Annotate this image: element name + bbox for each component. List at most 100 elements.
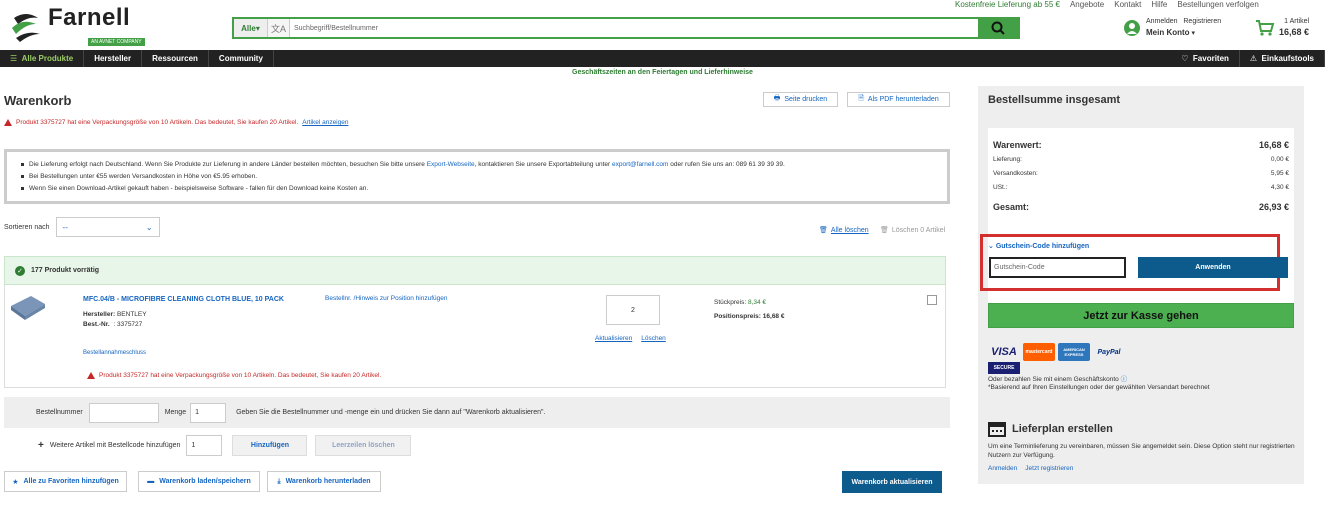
register-link[interactable]: Registrieren bbox=[1183, 18, 1221, 25]
paypal-logo: PayPal bbox=[1097, 348, 1121, 356]
nav-all-products-label: Alle Produkte bbox=[21, 54, 74, 63]
quick-add-quantity-field[interactable]: 1 bbox=[190, 402, 227, 423]
pdf-download-label: Als PDF herunterladen bbox=[867, 96, 939, 103]
mini-cart[interactable]: 1 Artikel 16,68 € bbox=[1255, 17, 1309, 39]
load-save-cart-label: Warenkorb laden/speichern bbox=[159, 478, 251, 485]
summary-title: Bestellsumme insgesamt bbox=[988, 94, 1121, 106]
sort-select[interactable]: -- ⌄ bbox=[55, 217, 160, 237]
info-line1-text-b: , kontaktieren Sie unsere Exportabteilun… bbox=[474, 161, 612, 168]
item-pack-size-warning: Produkt 3375727 hat eine Verpackungsgröß… bbox=[87, 372, 381, 379]
brand-name: Farnell bbox=[48, 4, 131, 31]
add-note-link[interactable]: Bestellnr. /Hinweis zur Position hinzufü… bbox=[325, 295, 447, 302]
nav-purchasing-tools[interactable]: ⚠ Einkaufstools bbox=[1240, 50, 1325, 67]
coupon-toggle-label: Gutschein-Code hinzufügen bbox=[995, 243, 1090, 250]
main-nav: ☰ Alle Produkte Hersteller Ressourcen Co… bbox=[0, 50, 1325, 67]
cart-item-count: 1 Artikel bbox=[1284, 18, 1310, 25]
mastercard-logo: mastercard bbox=[1023, 343, 1055, 361]
search-category-label: Alle bbox=[241, 23, 256, 33]
goods-value: 16,68 € bbox=[1258, 140, 1289, 150]
business-account-text: Oder bezahlen Sie mit einem Geschäftskon… bbox=[988, 376, 1119, 383]
nav-favorites-label: Favoriten bbox=[1192, 54, 1229, 63]
goods-value-label: Warenwert: bbox=[993, 140, 1042, 150]
order-number-field[interactable] bbox=[88, 402, 159, 423]
check-icon: ✓ bbox=[15, 265, 25, 276]
header: Farnell AN AVNET COMPANY Alle ▾ 文A Suchbe… bbox=[0, 0, 1325, 50]
apply-coupon-button[interactable]: Anwenden bbox=[1138, 257, 1288, 278]
add-more-row: + Weitere Artikel mit Bestellcode hinzuf… bbox=[38, 435, 412, 456]
vat-label: USt.: bbox=[993, 184, 1008, 191]
vat-value: 4,30 € bbox=[1270, 184, 1289, 191]
info-line1-text-a: Die Lieferung erfolgt nach Deutschland. … bbox=[29, 161, 427, 168]
product-image[interactable] bbox=[9, 294, 47, 320]
shipping-value: 5,95 € bbox=[1270, 170, 1289, 177]
translate-icon[interactable]: 文A bbox=[268, 19, 290, 37]
coupon-toggle[interactable]: ⌄ Gutschein-Code hinzufügen bbox=[988, 242, 1089, 250]
pack-size-warning-text: Produkt 3375727 hat eine Verpackungsgröß… bbox=[16, 119, 299, 126]
order-cutoff-link[interactable]: Bestellannahmeschluss bbox=[83, 350, 146, 356]
info-line1-text-c: oder rufen Sie uns an: 089 61 39 39 39. bbox=[668, 161, 785, 168]
nav-manufacturers[interactable]: Hersteller bbox=[84, 50, 143, 67]
plus-icon: + bbox=[38, 440, 44, 451]
nav-community[interactable]: Community bbox=[209, 50, 274, 67]
delete-all-label: Alle löschen bbox=[830, 226, 869, 234]
delete-all-link[interactable]: 🗑 Alle löschen bbox=[819, 226, 869, 235]
plan-register-link[interactable]: Jetzt registrieren bbox=[1025, 465, 1073, 472]
update-cart-button[interactable]: Warenkorb aktualisieren bbox=[842, 471, 942, 493]
coupon-section: ⌄ Gutschein-Code hinzufügen Gutschein-Co… bbox=[980, 234, 1288, 291]
add-all-to-favorites-button[interactable]: ★ Alle zu Favoriten hinzufügen bbox=[4, 471, 127, 492]
nav-all-products[interactable]: ☰ Alle Produkte bbox=[0, 50, 85, 67]
nav-favorites[interactable]: ♡ Favoriten bbox=[1171, 50, 1240, 67]
coupon-code-input[interactable]: Gutschein-Code bbox=[989, 257, 1126, 278]
manufacturer-label: Hersteller: bbox=[83, 311, 116, 318]
add-all-to-favorites-label: Alle zu Favoriten hinzufügen bbox=[23, 478, 119, 485]
delete-item-link[interactable]: Löschen bbox=[641, 335, 666, 342]
nav-resources[interactable]: Ressourcen bbox=[142, 50, 209, 67]
info-line-download: Wenn Sie einen Download-Artikel gekauft … bbox=[21, 183, 933, 195]
calendar-icon bbox=[988, 422, 1006, 437]
print-page-button[interactable]: 🖶 Seite drucken bbox=[763, 92, 838, 107]
clear-empty-lines-button[interactable]: Leerzeilen löschen bbox=[315, 435, 412, 456]
quick-add-bar: Bestellnummer Menge 1 Geben Sie die Best… bbox=[4, 397, 950, 428]
visa-logo: VISA bbox=[991, 346, 1017, 358]
download-cart-button[interactable]: ⤓ Warenkorb herunterladen bbox=[267, 471, 381, 492]
add-lines-button[interactable]: Hinzufügen bbox=[232, 435, 308, 456]
export-website-link[interactable]: Export-Webseite bbox=[427, 161, 475, 168]
unit-price-value: 8,34 € bbox=[747, 299, 767, 306]
unit-price-label: Stückpreis: bbox=[714, 299, 747, 306]
info-icon[interactable]: ⓘ bbox=[1121, 376, 1128, 383]
select-item-checkbox[interactable] bbox=[927, 295, 937, 305]
view-article-link[interactable]: Artikel anzeigen bbox=[302, 119, 348, 126]
item-warning-text: Produkt 3375727 hat eine Verpackungsgröß… bbox=[99, 372, 382, 379]
delivery-label: Lieferung: bbox=[993, 156, 1022, 163]
pack-size-warning: Produkt 3375727 hat eine Verpackungsgröß… bbox=[4, 119, 348, 126]
line-price-label: Positionspreis: bbox=[714, 313, 761, 320]
search-category-select[interactable]: Alle ▾ bbox=[234, 19, 268, 37]
search-button[interactable] bbox=[978, 19, 1018, 37]
export-email-link[interactable]: export@farnell.com bbox=[612, 161, 668, 168]
delivery-plan-text: Um eine Terminlieferung zu vereinbaren, … bbox=[988, 443, 1295, 459]
line-price-value: 16,68 € bbox=[762, 313, 785, 320]
delivery-value: 0,00 € bbox=[1270, 156, 1289, 163]
info-line-shipping: Bei Bestellungen unter €55 werden Versan… bbox=[21, 171, 933, 183]
chevron-down-icon: ⌄ bbox=[145, 222, 153, 232]
holiday-notice-link[interactable]: Geschäftszeiten an den Feiertagen und Li… bbox=[0, 69, 1325, 76]
my-account-label[interactable]: Mein Konto bbox=[1146, 28, 1190, 37]
search-input[interactable]: Suchbegriff/Bestellnummer bbox=[290, 19, 978, 37]
farnell-logo[interactable]: Farnell AN AVNET COMPANY bbox=[8, 6, 145, 48]
warning-icon bbox=[87, 372, 95, 379]
pdf-download-button[interactable]: 🗎 Als PDF herunterladen bbox=[847, 92, 950, 107]
load-save-cart-button[interactable]: ▬ Warenkorb laden/speichern bbox=[138, 471, 260, 492]
login-link[interactable]: Anmelden bbox=[1146, 18, 1178, 25]
add-lines-count-field[interactable]: 1 bbox=[186, 435, 223, 456]
account-menu[interactable]: Anmelden Registrieren Mein Konto ▾ bbox=[1124, 16, 1221, 39]
checkout-button[interactable]: Jetzt zur Kasse gehen bbox=[988, 303, 1294, 328]
product-details: Hersteller: BENTLEY Best.-Nr. : 3375727 bbox=[83, 310, 147, 330]
print-icon: 🖶 bbox=[773, 95, 781, 102]
update-item-link[interactable]: Aktualisieren bbox=[595, 335, 632, 342]
quantity-input[interactable]: 2 bbox=[606, 295, 660, 325]
delete-selected-link[interactable]: 🗑 Löschen 0 Artikel bbox=[880, 226, 945, 235]
product-name-link[interactable]: MFC.04/B - MICROFIBRE CLEANING CLOTH BLU… bbox=[83, 296, 284, 303]
plan-login-link[interactable]: Anmelden bbox=[988, 465, 1017, 472]
delivery-plan-title: Lieferplan erstellen bbox=[1012, 423, 1113, 435]
download-icon: ⤓ bbox=[277, 477, 281, 485]
